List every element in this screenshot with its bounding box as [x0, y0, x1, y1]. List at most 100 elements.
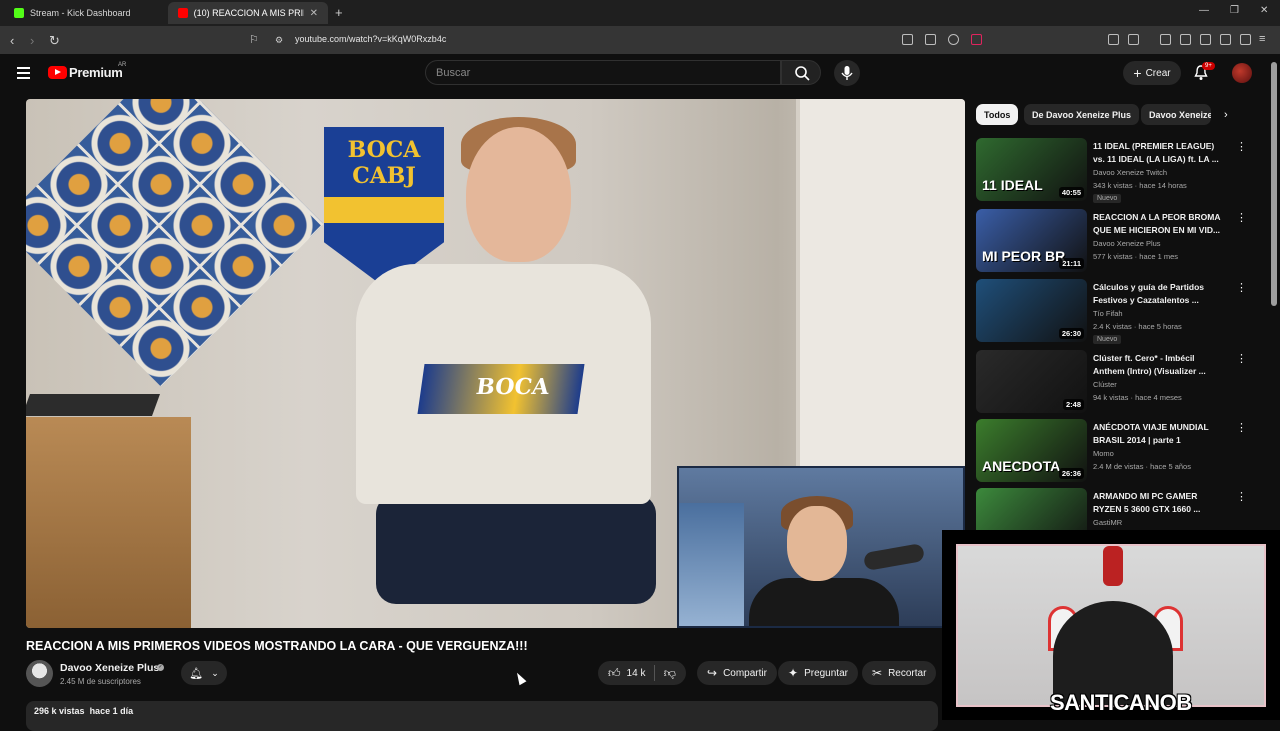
close-tab-icon[interactable]: ✕ [310, 8, 318, 19]
minimize-icon[interactable]: — [1199, 5, 1209, 16]
recommendation-title[interactable]: ANÉCDOTA VIAJE MUNDIAL BRASIL 2014 | par… [1093, 421, 1223, 447]
brand-label[interactable]: Premium [69, 65, 123, 80]
tab-label: (10) REACCION A MIS PRIMER [193, 8, 304, 18]
recommendation-title[interactable]: ARMANDO MI PC GAMER RYZEN 5 3600 GTX 166… [1093, 490, 1223, 516]
subscription-bell-button[interactable]: 🔔︎ ⌄ [181, 661, 227, 685]
screenshot-icon[interactable] [1128, 34, 1139, 45]
recommendation-title[interactable]: Clúster ft. Cero* - Imbécil Anthem (Intr… [1093, 352, 1223, 378]
tab-youtube-video[interactable]: (10) REACCION A MIS PRIMER ✕ [168, 2, 328, 24]
voice-search-button[interactable] [834, 60, 860, 86]
description-box[interactable] [26, 701, 938, 731]
mouse-cursor [513, 670, 527, 686]
youtube-logo-icon[interactable] [48, 66, 67, 79]
video-thumbnail[interactable]: 11 IDEAL 40:55 [976, 138, 1087, 201]
more-options-icon[interactable]: ⋮ [1236, 140, 1247, 153]
reload-icon[interactable]: ↻ [49, 33, 60, 49]
more-options-icon[interactable]: ⋮ [1236, 211, 1247, 224]
more-options-icon[interactable]: ⋮ [1236, 490, 1247, 503]
new-badge: Nuevo [1093, 335, 1122, 344]
menu-icon[interactable]: ≡ [1259, 33, 1265, 45]
recommendation-channel[interactable]: Davoo Xeneize Plus [1093, 239, 1161, 248]
pennant-text: BOCA CABJ [347, 137, 421, 189]
wall-tiles [26, 99, 324, 387]
cast-icon[interactable] [902, 34, 913, 45]
microphone-icon [841, 66, 853, 80]
like-button[interactable]: 👍︎ 14 k [608, 666, 645, 681]
more-options-icon[interactable]: ⋮ [1236, 421, 1247, 434]
close-window-icon[interactable]: ✕ [1260, 5, 1268, 16]
youtube-icon [178, 8, 188, 18]
recommendation-channel[interactable]: Clúster [1093, 380, 1117, 389]
shield-icon[interactable] [948, 34, 959, 45]
video-thumbnail[interactable]: MI PEOR BR 21:11 [976, 209, 1087, 272]
chip-from-channel[interactable]: De Davoo Xeneize Plus [1024, 104, 1140, 125]
chevron-down-icon: ⌄ [211, 667, 219, 678]
dislike-button[interactable]: 👎︎ [664, 666, 676, 681]
address-bar: ‹ › ↻ ⚐ ⚙ youtube.com/watch?v=kKqW0Rxzb4… [0, 26, 1280, 54]
hamburger-menu-icon[interactable] [17, 67, 30, 82]
streamer-webcam-overlay [956, 544, 1266, 707]
recommendation-channel[interactable]: Tío Fifah [1093, 309, 1123, 318]
recommendation-item[interactable]: 11 IDEAL 40:55 11 IDEAL (PREMIER LEAGUE) v… [976, 138, 1247, 203]
ai-icon[interactable] [1220, 34, 1231, 45]
recommendation-item[interactable]: 2:48 Clúster ft. Cero* - Imbécil Anthem (… [976, 350, 1247, 414]
person-shorts [376, 494, 656, 604]
video-thumbnail[interactable]: 2:48 [976, 350, 1087, 413]
recommendation-meta: 2.4 K vistas · hace 5 horas [1093, 322, 1182, 331]
site-info-icon[interactable]: ⚙ [275, 35, 283, 46]
restore-icon[interactable]: ❐ [1230, 5, 1239, 16]
youtube-header: Premium AR Buscar + Crear 9+ [0, 54, 1270, 92]
account-avatar[interactable] [1232, 63, 1252, 83]
rewards-icon[interactable] [971, 34, 982, 45]
recommendation-item[interactable]: ANECDOTA 26:36 ANÉCDOTA VIAJE MUNDIAL BRAS… [976, 419, 1247, 483]
video-thumbnail[interactable]: ANECDOTA 26:36 [976, 419, 1087, 482]
back-icon[interactable]: ‹ [10, 33, 14, 48]
new-tab-button[interactable]: + [335, 5, 343, 20]
recommendation-title[interactable]: REACCION A LA PEOR BROMA QUE ME HICIERON… [1093, 211, 1223, 237]
recommendation-item[interactable]: 26:30 Cálculos y guía de Partidos Festivo… [976, 279, 1247, 344]
more-options-icon[interactable]: ⋮ [1236, 281, 1247, 294]
recommendation-channel[interactable]: Momo [1093, 449, 1114, 458]
video-thumbnail[interactable]: 26:30 [976, 279, 1087, 342]
verified-icon: ✓ [157, 664, 164, 671]
forward-icon[interactable]: › [30, 33, 34, 48]
share-icon[interactable] [925, 34, 936, 45]
ask-button[interactable]: ✦ Preguntar [778, 661, 858, 685]
chip-related[interactable]: Davoo Xeneize [1141, 104, 1211, 125]
channel-avatar[interactable] [26, 660, 53, 687]
recommendation-channel[interactable]: Davoo Xeneize Twitch [1093, 168, 1167, 177]
recommendation-item[interactable]: MI PEOR BR 21:11 REACCION A LA PEOR BROMA … [976, 209, 1247, 273]
chevron-right-icon[interactable]: › [1224, 109, 1228, 121]
new-badge: Nuevo [1093, 194, 1122, 203]
extensions-icon[interactable] [1108, 34, 1119, 45]
streamer-body [749, 578, 899, 626]
duration-badge: 2:48 [1062, 399, 1084, 410]
share-arrow-icon: ↪ [707, 666, 718, 680]
tab-kick-dashboard[interactable]: Stream - Kick Dashboard [4, 2, 164, 24]
recommendation-channel[interactable]: GastiMR [1093, 518, 1122, 527]
streamer-name: SANTICANOB [1050, 690, 1192, 715]
recommendation-title[interactable]: Cálculos y guía de Partidos Festivos y C… [1093, 281, 1223, 307]
duration-badge: 26:30 [1058, 328, 1084, 339]
bookmark-icon[interactable]: ⚐ [249, 33, 259, 46]
create-button[interactable]: + Crear [1123, 61, 1181, 85]
search-input[interactable]: Buscar [425, 60, 781, 85]
sparkle-icon: ✦ [788, 666, 799, 680]
channel-name[interactable]: Davoo Xeneize Plus [60, 662, 159, 674]
recommendation-title[interactable]: 11 IDEAL (PREMIER LEAGUE) vs. 11 IDEAL (… [1093, 140, 1223, 166]
page-scrollbar[interactable] [1271, 62, 1277, 306]
clip-button[interactable]: ✂ Recortar [862, 661, 937, 685]
thumbnail-text: 11 IDEAL [982, 177, 1043, 193]
vpn-icon[interactable] [1240, 34, 1251, 45]
search-button[interactable] [781, 60, 821, 85]
scissors-icon: ✂ [872, 666, 883, 680]
recommendation-meta: 94 k vistas · hace 4 meses [1093, 393, 1182, 402]
url-field[interactable]: youtube.com/watch?v=kKqW0Rxzb4c [295, 34, 446, 44]
chip-todos[interactable]: Todos [976, 104, 1019, 125]
more-options-icon[interactable]: ⋮ [1236, 352, 1247, 365]
music-icon[interactable] [1160, 34, 1171, 45]
wallet-icon[interactable] [1200, 34, 1211, 45]
share-button[interactable]: ↪ Compartir [697, 661, 777, 685]
player-figure [1103, 546, 1123, 586]
sidebar-icon[interactable] [1180, 34, 1191, 45]
